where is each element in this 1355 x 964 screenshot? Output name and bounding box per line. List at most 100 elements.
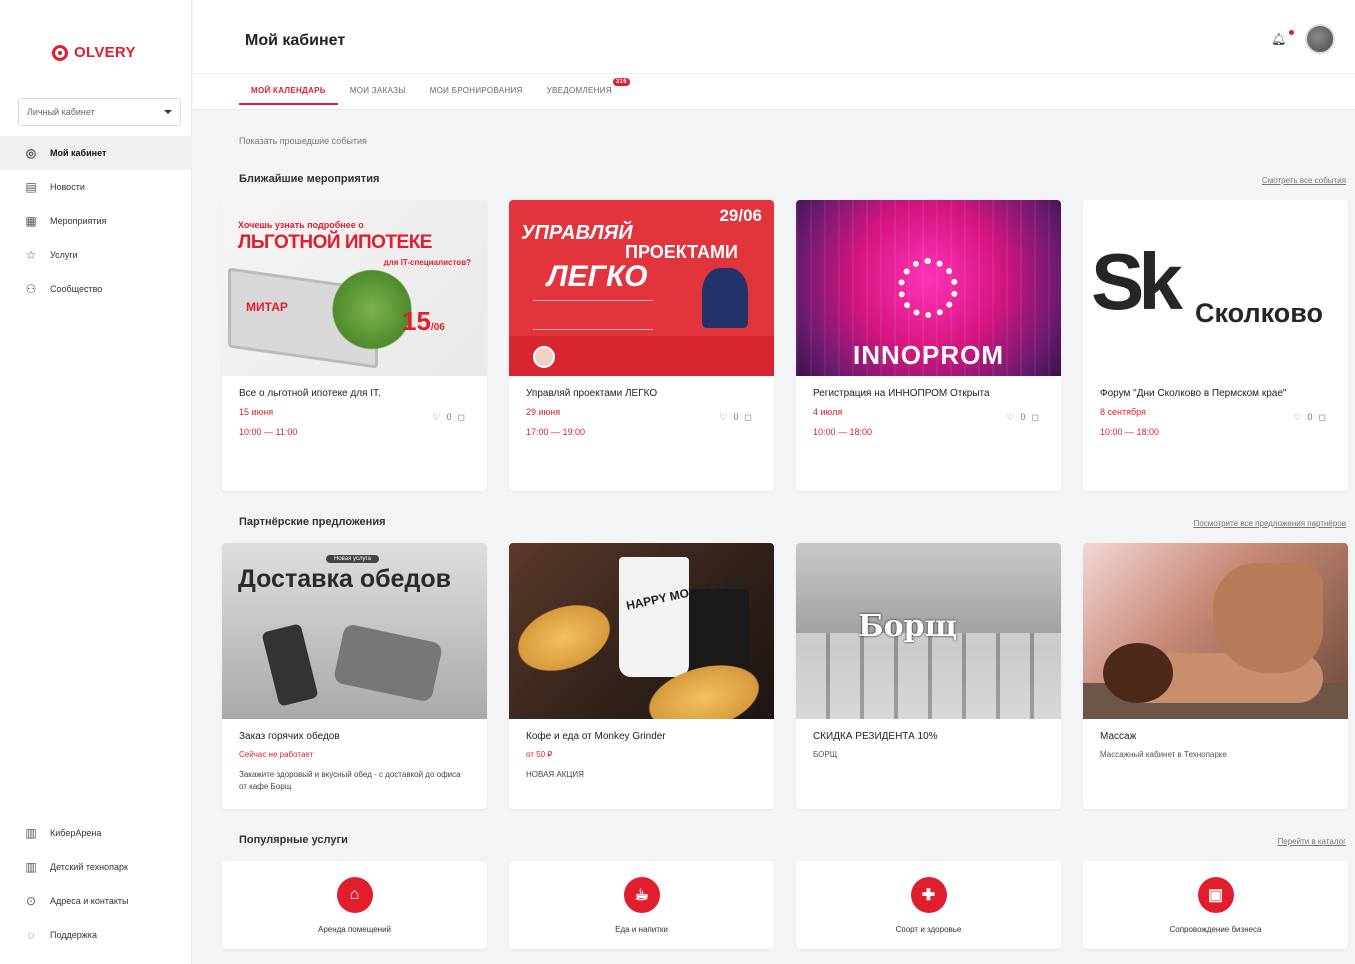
tab-label: МОИ БРОНИРОВАНИЯ <box>429 86 523 95</box>
pin-icon: ⊙ <box>25 894 37 908</box>
event-title: Регистрация на ИННОПРОМ Открыта <box>813 388 990 399</box>
event-actions: ♡ 0 ◻ <box>719 412 752 423</box>
service-card-business[interactable]: ▣ Сопровождение бизнеса <box>1083 861 1348 949</box>
event-card[interactable]: INNOPROM Регистрация на ИННОПРОМ Открыта… <box>796 200 1061 491</box>
sidebar-item-contacts[interactable]: ⊙ Адреса и контакты <box>0 884 192 918</box>
event-card[interactable]: Хочешь узнать подробнее о ЛЬГОТНОЙ ИПОТЕ… <box>222 200 487 491</box>
offer-image <box>1083 543 1348 719</box>
food-graphic <box>332 623 444 703</box>
event-image-text: Сколково <box>1195 298 1324 328</box>
logo-text: OLVERY <box>74 44 136 61</box>
offer-title: Заказ горячих обедов <box>239 731 340 742</box>
sidebar-item-community[interactable]: ⚇ Сообщество <box>0 272 192 306</box>
offer-card[interactable]: Массаж Массажный кабинет в Технопарке <box>1083 543 1348 809</box>
cup-graphic <box>619 557 689 677</box>
sidebar-item-label: Мероприятия <box>50 216 107 226</box>
event-time: 10:00 — 18:00 <box>813 427 873 437</box>
calendar-icon: ▦ <box>25 214 37 228</box>
building-icon: ▥ <box>25 826 37 840</box>
divider <box>193 73 1355 74</box>
hands-graphic <box>1213 563 1323 673</box>
offer-partner: БОРЩ <box>813 750 838 759</box>
figure-graphic <box>702 268 748 328</box>
event-time: 17:00 — 19:00 <box>526 427 586 437</box>
tab-my-bookings[interactable]: МОИ БРОНИРОВАНИЯ <box>418 78 535 105</box>
heart-icon[interactable]: ♡ <box>1006 412 1014 423</box>
offer-status: Сейчас не работает <box>239 750 314 759</box>
event-image: Sk Сколково <box>1083 200 1348 376</box>
event-image-text: УПРАВЛЯЙ <box>521 222 633 244</box>
tab-label: УВЕДОМЛЕНИЯ <box>546 86 612 95</box>
bookmark-icon[interactable]: ◻ <box>745 412 752 423</box>
sidebar-item-services[interactable]: ☆ Услуги <box>0 238 192 272</box>
tag-icon: ⌂ <box>336 876 373 913</box>
heart-icon[interactable]: ♡ <box>432 412 440 423</box>
offer-image-text: Борщ <box>858 609 958 644</box>
people-icon: ⚇ <box>25 282 37 296</box>
bookmark-icon[interactable]: ◻ <box>1319 412 1326 423</box>
event-image: 29/06 УПРАВЛЯЙ ПРОЕКТАМИ ЛЕГКО <box>509 200 774 376</box>
food-icon: ☕︎ <box>623 876 660 913</box>
offer-card[interactable]: HAPPY MONKEY DAY Кофе и еда от Monkey Gr… <box>509 543 774 809</box>
sidebar-item-news[interactable]: ▤ Новости <box>0 170 192 204</box>
chat-icon: ◌ <box>27 928 35 942</box>
offer-card[interactable]: Новая услуга Доставка обедов Заказ горяч… <box>222 543 487 809</box>
service-label: Еда и напитки <box>615 924 668 934</box>
sidebar-item-kids-technopark[interactable]: ▥ Детский технопарк <box>0 850 192 884</box>
catalog-link[interactable]: Перейти в каталог <box>1278 837 1347 846</box>
sidebar-item-support[interactable]: ◌ Поддержка <box>0 918 192 952</box>
event-image: INNOPROM <box>796 200 1061 376</box>
bell-icon[interactable]: 🔔︎ <box>1271 32 1286 46</box>
offer-card[interactable]: Борщ СКИДКА РЕЗИДЕНТА 10% БОРЩ <box>796 543 1061 809</box>
event-card[interactable]: Sk Сколково Форум "Дни Сколково в Пермск… <box>1083 200 1348 491</box>
service-card-sport[interactable]: ✚ Спорт и здоровье <box>796 861 1061 949</box>
heart-icon[interactable]: ♡ <box>1293 412 1301 423</box>
tab-notifications[interactable]: УВЕДОМЛЕНИЯ 316 <box>535 78 630 105</box>
event-image-month: /06 <box>430 322 445 333</box>
star-icon: ☆ <box>25 248 37 262</box>
event-image-text: Хочешь узнать подробнее о <box>238 220 364 230</box>
sidebar-item-label: Детский технопарк <box>50 862 128 872</box>
offer-description: НОВАЯ АКЦИЯ <box>526 770 584 779</box>
sidebar-item-my-cabinet[interactable]: ◎ Мой кабинет <box>0 136 192 170</box>
tab-my-orders[interactable]: МОИ ЗАКАЗЫ <box>338 78 418 105</box>
show-past-events-link[interactable]: Показать прошедшие события <box>239 136 367 146</box>
heart-icon[interactable]: ♡ <box>719 412 727 423</box>
service-card-food[interactable]: ☕︎ Еда и напитки <box>509 861 774 949</box>
account-select[interactable]: Личный кабинет <box>18 98 181 126</box>
offer-image-text: Доставка обедов <box>238 565 451 593</box>
tab-label: МОЙ КАЛЕНДАРЬ <box>251 86 326 95</box>
likes-count: 0 <box>1020 412 1026 422</box>
event-card[interactable]: 29/06 УПРАВЛЯЙ ПРОЕКТАМИ ЛЕГКО Управляй … <box>509 200 774 491</box>
sidebar-item-label: Сообщество <box>50 284 103 294</box>
all-offers-link[interactable]: Посмотрите все предложения партнёров <box>1194 519 1346 528</box>
event-image-text: МИТАР <box>246 300 288 314</box>
main-content: Показать прошедшие события Ближайшие мер… <box>193 110 1355 964</box>
offers-row: Новая услуга Доставка обедов Заказ горяч… <box>222 543 1348 809</box>
phone-graphic <box>261 623 319 707</box>
hair-graphic <box>1103 643 1173 703</box>
sidebar-item-events[interactable]: ▦ Мероприятия <box>0 204 192 238</box>
page-title: Мой кабинет <box>245 32 346 49</box>
avatar[interactable] <box>1305 24 1335 54</box>
event-image-date: 15/06 <box>402 306 445 337</box>
event-image-day: 15 <box>402 306 431 336</box>
notification-count-badge: 316 <box>612 78 630 86</box>
event-image-text: 29/06 <box>719 206 762 225</box>
sidebar-item-label: Адреса и контакты <box>50 896 129 906</box>
bookmark-icon[interactable]: ◻ <box>458 412 465 423</box>
all-events-link[interactable]: Смотреть все события <box>1262 176 1346 185</box>
events-row: Хочешь узнать подробнее о ЛЬГОТНОЙ ИПОТЕ… <box>222 200 1348 491</box>
olvery-logo-icon: ◎ <box>25 146 37 160</box>
service-label: Сопровождение бизнеса <box>1169 924 1262 934</box>
event-time: 10:00 — 18:00 <box>1100 427 1160 437</box>
bookmark-icon[interactable]: ◻ <box>1032 412 1039 423</box>
sidebar-item-cyberarena[interactable]: ▥ КиберАрена <box>0 816 192 850</box>
service-card-rental[interactable]: ⌂ Аренда помещений <box>222 861 487 949</box>
event-actions: ♡ 0 ◻ <box>1006 412 1039 423</box>
sidebar-item-label: Поддержка <box>50 930 97 940</box>
logo[interactable]: OLVERY <box>52 44 136 61</box>
offer-image: Новая услуга Доставка обедов <box>222 543 487 719</box>
sidebar-bottom-nav: ▥ КиберАрена ▥ Детский технопарк ⊙ Адрес… <box>0 816 192 952</box>
tab-my-calendar[interactable]: МОЙ КАЛЕНДАРЬ <box>239 78 338 105</box>
